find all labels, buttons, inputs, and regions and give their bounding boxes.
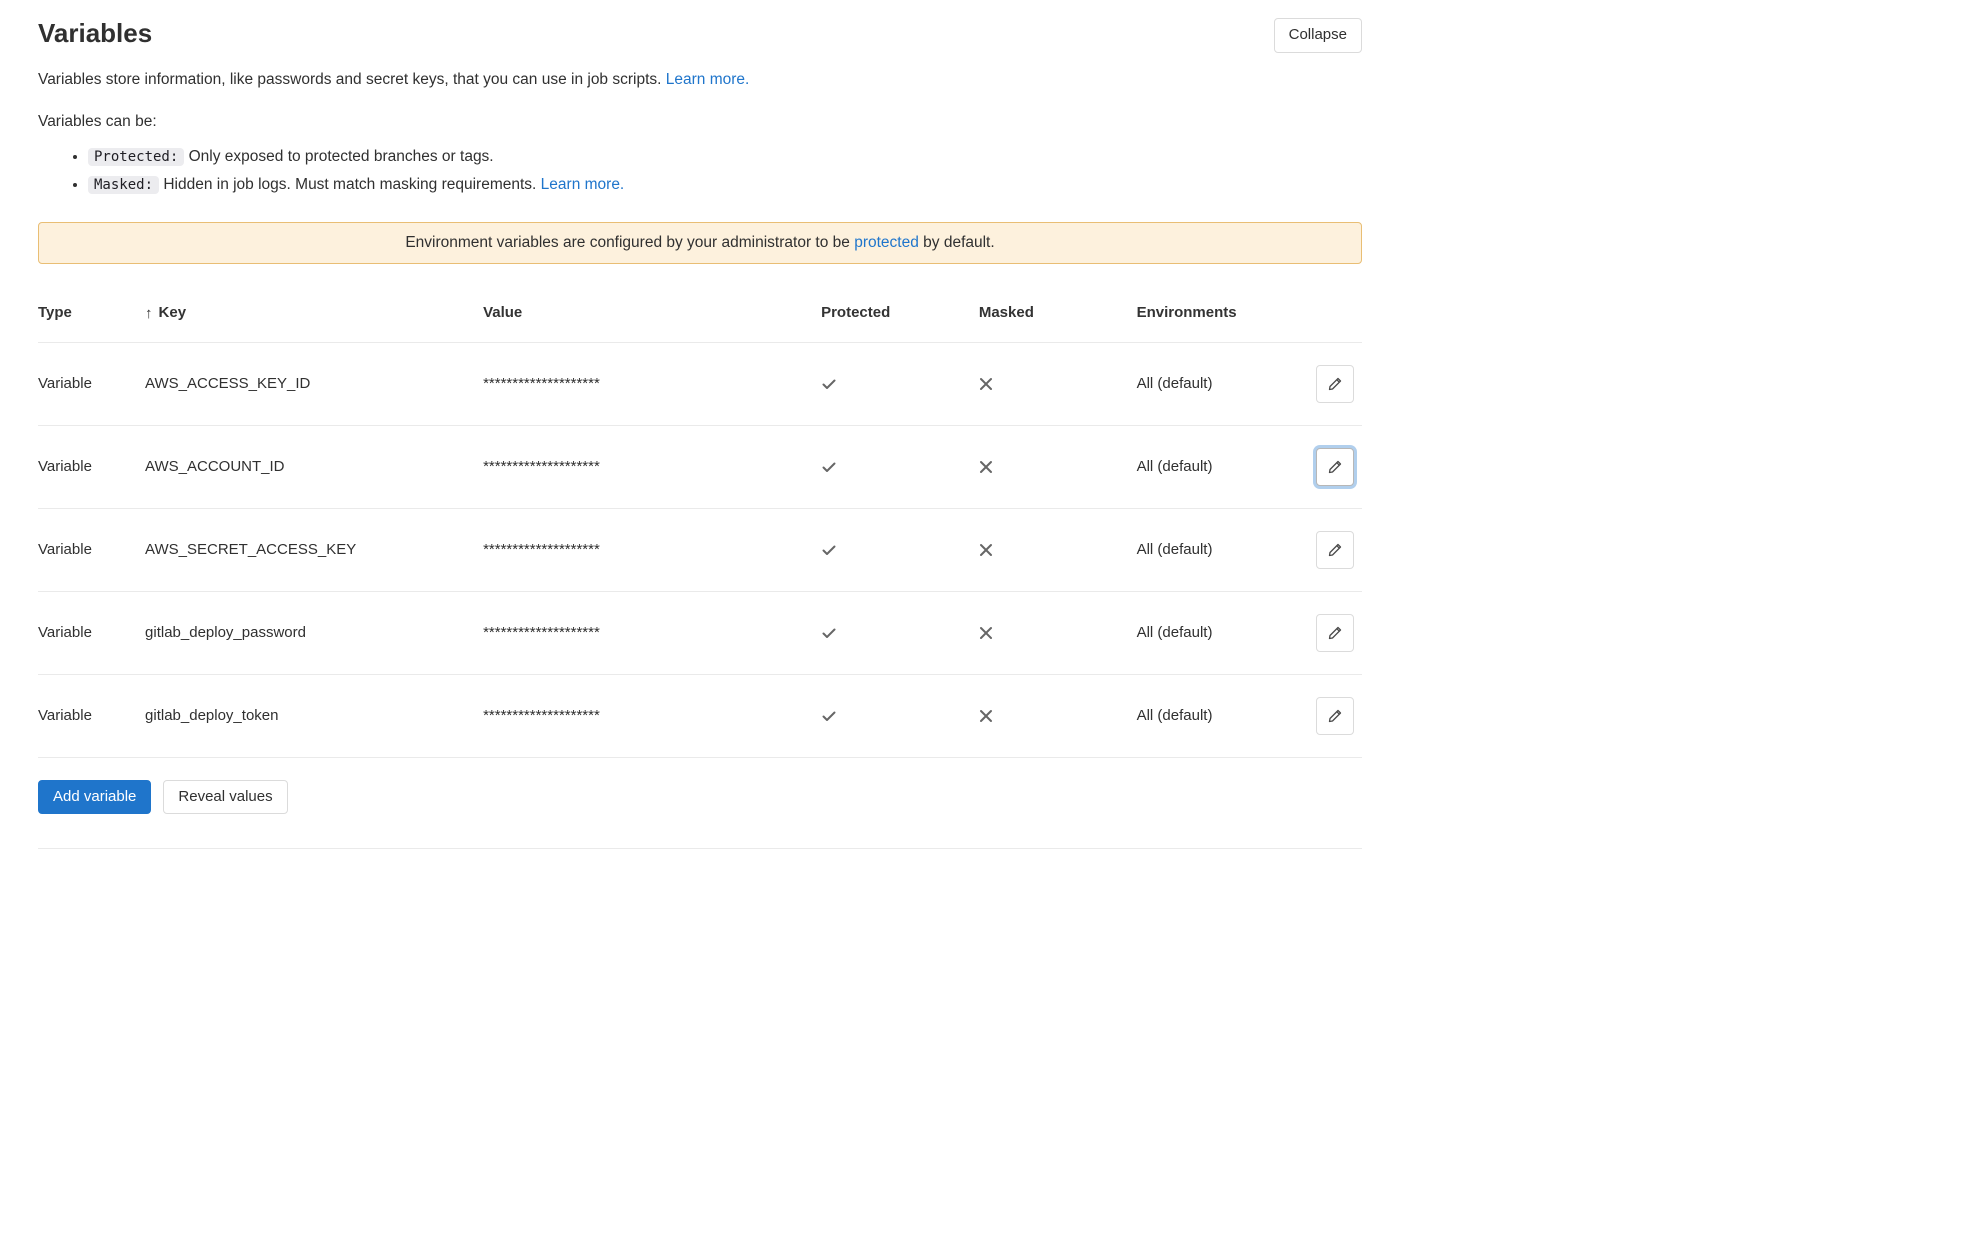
cell-actions bbox=[1306, 591, 1362, 674]
variable-types-list: Protected: Only exposed to protected bra… bbox=[38, 145, 1362, 197]
cell-masked bbox=[979, 508, 1137, 591]
check-icon bbox=[821, 625, 837, 641]
alert-suffix: by default. bbox=[919, 234, 995, 251]
pencil-icon bbox=[1327, 625, 1343, 641]
cell-key: gitlab_deploy_password bbox=[145, 591, 483, 674]
protected-default-alert: Environment variables are configured by … bbox=[38, 222, 1362, 264]
description-text: Variables store information, like passwo… bbox=[38, 71, 666, 88]
list-item: Masked: Hidden in job logs. Must match m… bbox=[88, 173, 1362, 196]
masked-tag: Masked: bbox=[88, 176, 159, 194]
cell-actions bbox=[1306, 425, 1362, 508]
alert-protected-link[interactable]: protected bbox=[854, 234, 919, 251]
table-row: Variablegitlab_deploy_password**********… bbox=[38, 591, 1362, 674]
reveal-values-button[interactable]: Reveal values bbox=[163, 780, 287, 815]
cross-icon bbox=[979, 709, 993, 723]
table-row: VariableAWS_ACCOUNT_ID******************… bbox=[38, 425, 1362, 508]
table-row: Variablegitlab_deploy_token*************… bbox=[38, 674, 1362, 757]
cell-protected bbox=[821, 342, 979, 425]
cross-icon bbox=[979, 377, 993, 391]
add-variable-button[interactable]: Add variable bbox=[38, 780, 151, 815]
cell-protected bbox=[821, 674, 979, 757]
alert-prefix: Environment variables are configured by … bbox=[405, 234, 854, 251]
check-icon bbox=[821, 542, 837, 558]
col-header-masked[interactable]: Masked bbox=[979, 290, 1137, 342]
edit-variable-button[interactable] bbox=[1316, 614, 1354, 652]
col-header-environments[interactable]: Environments bbox=[1137, 290, 1306, 342]
col-header-protected[interactable]: Protected bbox=[821, 290, 979, 342]
edit-variable-button[interactable] bbox=[1316, 531, 1354, 569]
cross-icon bbox=[979, 460, 993, 474]
check-icon bbox=[821, 708, 837, 724]
protected-description: Only exposed to protected branches or ta… bbox=[184, 148, 493, 165]
cell-actions bbox=[1306, 342, 1362, 425]
col-header-actions bbox=[1306, 290, 1362, 342]
col-header-value[interactable]: Value bbox=[483, 290, 821, 342]
pencil-icon bbox=[1327, 708, 1343, 724]
cell-value: ******************** bbox=[483, 508, 821, 591]
cell-environments: All (default) bbox=[1137, 342, 1306, 425]
cell-protected bbox=[821, 425, 979, 508]
cell-key: AWS_ACCESS_KEY_ID bbox=[145, 342, 483, 425]
cell-environments: All (default) bbox=[1137, 425, 1306, 508]
cell-actions bbox=[1306, 674, 1362, 757]
cell-protected bbox=[821, 508, 979, 591]
pencil-icon bbox=[1327, 459, 1343, 475]
cross-icon bbox=[979, 543, 993, 557]
cell-value: ******************** bbox=[483, 342, 821, 425]
cell-value: ******************** bbox=[483, 591, 821, 674]
divider bbox=[38, 848, 1362, 849]
table-row: VariableAWS_SECRET_ACCESS_KEY***********… bbox=[38, 508, 1362, 591]
col-header-type[interactable]: Type bbox=[38, 290, 145, 342]
check-icon bbox=[821, 376, 837, 392]
list-item: Protected: Only exposed to protected bra… bbox=[88, 145, 1362, 168]
check-icon bbox=[821, 459, 837, 475]
pencil-icon bbox=[1327, 376, 1343, 392]
cell-value: ******************** bbox=[483, 674, 821, 757]
cell-type: Variable bbox=[38, 591, 145, 674]
learn-more-link[interactable]: Learn more. bbox=[666, 71, 750, 88]
col-header-key[interactable]: ↑ Key bbox=[145, 290, 483, 342]
edit-variable-button[interactable] bbox=[1316, 697, 1354, 735]
edit-variable-button[interactable] bbox=[1316, 448, 1354, 486]
cell-masked bbox=[979, 591, 1137, 674]
cell-type: Variable bbox=[38, 342, 145, 425]
cell-type: Variable bbox=[38, 674, 145, 757]
edit-variable-button[interactable] bbox=[1316, 365, 1354, 403]
masked-description: Hidden in job logs. Must match masking r… bbox=[159, 176, 541, 193]
cross-icon bbox=[979, 626, 993, 640]
section-description: Variables store information, like passwo… bbox=[38, 69, 1362, 91]
variables-table: Type ↑ Key Value Protected Masked Environ… bbox=[38, 290, 1362, 758]
cell-environments: All (default) bbox=[1137, 591, 1306, 674]
cell-key: gitlab_deploy_token bbox=[145, 674, 483, 757]
cell-actions bbox=[1306, 508, 1362, 591]
cell-value: ******************** bbox=[483, 425, 821, 508]
cell-environments: All (default) bbox=[1137, 508, 1306, 591]
protected-tag: Protected: bbox=[88, 148, 184, 166]
masked-learn-more-link[interactable]: Learn more. bbox=[541, 176, 625, 193]
section-title: Variables bbox=[38, 18, 152, 49]
cell-protected bbox=[821, 591, 979, 674]
cell-masked bbox=[979, 342, 1137, 425]
sub-description: Variables can be: bbox=[38, 113, 1362, 131]
cell-type: Variable bbox=[38, 425, 145, 508]
cell-type: Variable bbox=[38, 508, 145, 591]
cell-masked bbox=[979, 674, 1137, 757]
sort-arrow-up-icon: ↑ bbox=[145, 305, 153, 322]
table-row: VariableAWS_ACCESS_KEY_ID***************… bbox=[38, 342, 1362, 425]
cell-environments: All (default) bbox=[1137, 674, 1306, 757]
cell-masked bbox=[979, 425, 1137, 508]
pencil-icon bbox=[1327, 542, 1343, 558]
cell-key: AWS_SECRET_ACCESS_KEY bbox=[145, 508, 483, 591]
cell-key: AWS_ACCOUNT_ID bbox=[145, 425, 483, 508]
col-header-key-label: Key bbox=[159, 304, 187, 321]
collapse-button[interactable]: Collapse bbox=[1274, 18, 1362, 53]
